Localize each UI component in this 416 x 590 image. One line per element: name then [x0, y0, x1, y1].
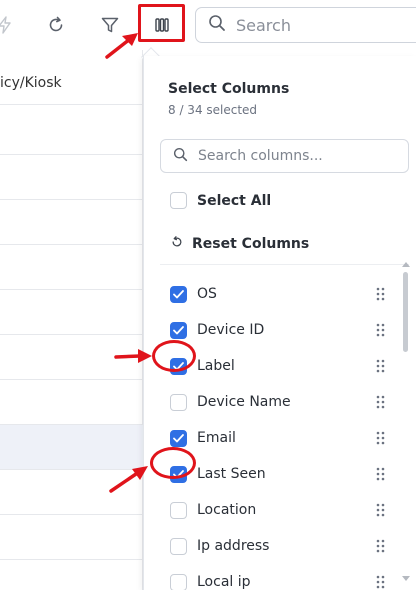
column-search-input[interactable]: Search columns...	[160, 139, 409, 173]
table-row[interactable]	[0, 110, 143, 155]
column-label: OS	[197, 286, 217, 302]
column-option[interactable]: Local ip	[170, 570, 390, 590]
table-row[interactable]	[0, 155, 143, 200]
column-checkbox[interactable]	[170, 321, 187, 339]
drag-handle-icon[interactable]	[376, 502, 385, 521]
table-row[interactable]	[0, 515, 143, 560]
search-placeholder: Search	[236, 15, 291, 35]
drag-handle-icon[interactable]	[376, 538, 385, 557]
search-input[interactable]: Search	[195, 7, 416, 43]
select-all-option[interactable]: Select All	[170, 192, 271, 209]
select-all-checkbox[interactable]	[170, 192, 187, 209]
column-label: Device Name	[197, 394, 291, 410]
column-search-placeholder: Search columns...	[198, 148, 323, 164]
column-label: Label	[197, 358, 235, 374]
drag-handle-icon[interactable]	[376, 574, 385, 590]
table-row[interactable]	[0, 200, 143, 245]
column-checkbox[interactable]	[170, 501, 187, 519]
reset-columns-label: Reset Columns	[192, 235, 310, 252]
toolbar: Search	[0, 0, 416, 50]
annotation-circle	[152, 340, 196, 372]
column-label: Location	[197, 502, 257, 518]
reset-icon	[170, 234, 184, 253]
scrollbar-thumb[interactable]	[403, 272, 408, 352]
annotation-arrow-icon	[105, 33, 138, 59]
column-option[interactable]: Last Seen	[170, 462, 390, 486]
select-all-label: Select All	[197, 192, 272, 209]
column-checkbox[interactable]	[170, 429, 187, 447]
column-label: Email	[197, 430, 236, 446]
column-label: Local ip	[197, 574, 251, 590]
panel-title: Select Columns	[168, 81, 290, 97]
column-checkbox[interactable]	[170, 537, 187, 555]
drag-handle-icon[interactable]	[376, 286, 385, 305]
annotation-circle	[150, 447, 196, 479]
column-label: Last Seen	[197, 466, 266, 482]
reset-columns-button[interactable]: Reset Columns	[170, 234, 309, 253]
table-row[interactable]	[0, 380, 143, 425]
table-row[interactable]	[0, 245, 143, 290]
drag-handle-icon[interactable]	[376, 430, 385, 449]
column-option[interactable]: Location	[170, 498, 390, 522]
header-cell: icy/Kiosk	[0, 75, 62, 91]
column-checkbox[interactable]	[170, 393, 187, 411]
select-columns-panel: Select Columns 8 / 34 selected Search co…	[143, 56, 416, 590]
column-option[interactable]: Label	[170, 354, 390, 378]
search-icon	[173, 147, 188, 166]
column-option[interactable]: Ip address	[170, 534, 390, 558]
selected-count: 8 / 34 selected	[168, 103, 258, 117]
annotation-arrow-icon	[109, 466, 148, 493]
annotation-arrow-icon	[114, 349, 152, 363]
column-option[interactable]: Device ID	[170, 318, 390, 342]
device-table: icy/Kiosk	[0, 60, 143, 590]
drag-handle-icon[interactable]	[376, 466, 385, 485]
column-checkbox[interactable]	[170, 285, 187, 303]
column-option[interactable]: Email	[170, 426, 390, 450]
scroll-down-arrow[interactable]	[402, 576, 410, 581]
scroll-up-arrow[interactable]	[402, 262, 410, 267]
drag-handle-icon[interactable]	[376, 394, 385, 413]
column-option[interactable]: OS	[170, 282, 390, 306]
column-label: Ip address	[197, 538, 270, 554]
columns-button-highlight	[138, 4, 185, 42]
search-icon	[208, 14, 226, 36]
drag-handle-icon[interactable]	[376, 358, 385, 377]
column-option[interactable]: Device Name	[170, 390, 390, 414]
refresh-icon[interactable]	[41, 10, 71, 40]
column-checkbox[interactable]	[170, 573, 187, 590]
table-header: icy/Kiosk	[0, 60, 143, 105]
divider	[160, 264, 409, 265]
table-row[interactable]	[0, 290, 143, 335]
drag-handle-icon[interactable]	[376, 322, 385, 341]
column-label: Device ID	[197, 322, 265, 338]
lightning-icon[interactable]	[0, 10, 20, 40]
